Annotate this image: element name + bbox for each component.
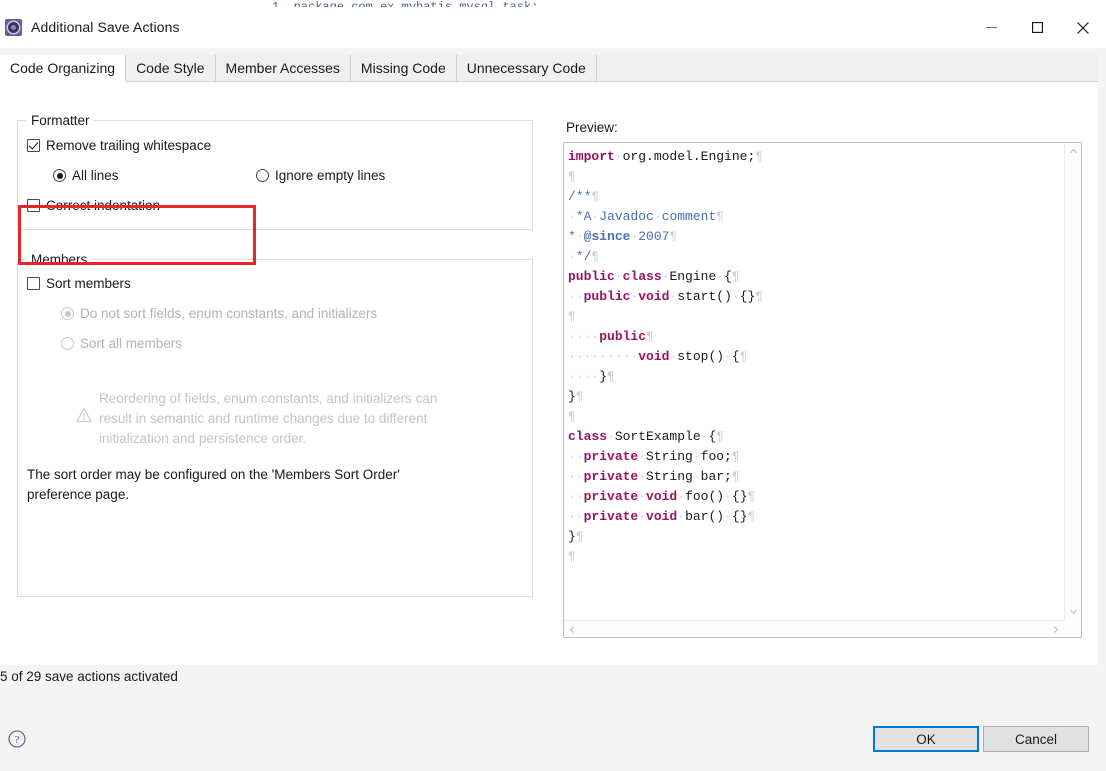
code-line: ¶ xyxy=(568,309,576,324)
code-line: ··public·void·start()·{}¶ xyxy=(568,289,764,304)
tab-label: Code Style xyxy=(136,60,205,76)
tab-panel-code-organizing: Formatter Remove trailing whitespace All… xyxy=(0,82,1098,665)
warning-icon xyxy=(76,407,92,423)
code-line: *·@since·2007¶ xyxy=(568,229,678,244)
scroll-right-icon[interactable] xyxy=(1047,621,1064,638)
scroll-left-icon[interactable] xyxy=(564,621,581,638)
status-text: 5 of 29 save actions activated xyxy=(0,669,178,684)
tab-unnecessary-code[interactable]: Unnecessary Code xyxy=(456,55,597,81)
code-line: ··private·String·bar;¶ xyxy=(568,469,740,484)
code-line: class·SortExample·{¶ xyxy=(568,429,725,444)
scroll-down-icon[interactable] xyxy=(1065,603,1082,620)
tab-label: Member Accesses xyxy=(225,60,340,76)
code-line: ··private·void·foo()·{}¶ xyxy=(568,489,756,504)
tab-code-style[interactable]: Code Style xyxy=(126,55,216,81)
help-icon[interactable]: ? xyxy=(8,730,26,748)
window-title: Additional Save Actions xyxy=(31,19,180,35)
scrollbar-corner xyxy=(1064,620,1081,637)
code-line: ·········void·stop()·{¶ xyxy=(568,349,748,364)
code-line: ··private·String·foo;¶ xyxy=(568,449,740,464)
formatter-group: Formatter Remove trailing whitespace All… xyxy=(17,113,533,230)
code-line: ·*A·Javadoc·comment¶ xyxy=(568,209,725,224)
dialog-buttons: OK Cancel xyxy=(873,726,1089,752)
preview-horizontal-scrollbar[interactable] xyxy=(564,620,1064,637)
dialog-content-panel: Code Organizing Code Style Member Access… xyxy=(0,55,1098,665)
do-not-sort-fields-radio[interactable]: Do not sort fields, enum constants, and … xyxy=(61,306,377,321)
preview-vertical-scrollbar[interactable] xyxy=(1064,143,1081,620)
tab-code-organizing[interactable]: Code Organizing xyxy=(0,55,127,82)
members-group: Members Sort members Do not sort fields,… xyxy=(17,252,533,597)
formatter-group-legend: Formatter xyxy=(27,113,94,128)
correct-indentation-label: Correct indentation xyxy=(46,198,161,213)
eclipse-icon xyxy=(5,18,22,36)
window-controls xyxy=(968,7,1106,48)
radio-button xyxy=(61,307,74,320)
tab-bar-filler xyxy=(596,55,1098,81)
code-line: /**¶ xyxy=(568,189,600,204)
radio-button xyxy=(256,169,269,182)
code-line: ¶ xyxy=(568,169,576,184)
code-line: ¶ xyxy=(568,549,576,564)
minimize-icon[interactable] xyxy=(968,7,1014,48)
sort-all-members-radio[interactable]: Sort all members xyxy=(61,336,182,351)
correct-indentation-checkbox[interactable]: Correct indentation xyxy=(27,198,160,213)
maximize-icon[interactable] xyxy=(1014,7,1060,48)
tab-member-accesses[interactable]: Member Accesses xyxy=(215,55,351,81)
sort-members-warning: Reordering of fields, enum constants, an… xyxy=(76,389,526,449)
remove-trailing-whitespace-checkbox[interactable]: Remove trailing whitespace xyxy=(27,138,211,153)
code-line: ¶ xyxy=(568,409,576,424)
preview-code: import·org.model.Engine;¶ ¶ /**¶ ·*A·Javado… xyxy=(564,143,1064,620)
additional-save-actions-dialog: Additional Save Actions Code Organizing … xyxy=(0,7,1106,771)
preview-box: import·org.model.Engine;¶ ¶ /**¶ ·*A·Javado… xyxy=(563,142,1082,638)
checkbox-box xyxy=(27,277,40,290)
radio-button xyxy=(53,169,66,182)
remove-trailing-whitespace-label: Remove trailing whitespace xyxy=(46,138,212,153)
members-sort-order-note: The sort order may be configured on the … xyxy=(27,467,400,502)
code-line: ·*/¶ xyxy=(568,249,600,264)
svg-text:?: ? xyxy=(15,734,20,746)
sort-all-members-label: Sort all members xyxy=(80,336,183,351)
code-line: }¶ xyxy=(568,389,584,404)
tab-label: Code Organizing xyxy=(10,60,116,76)
code-line: }¶ xyxy=(568,529,584,544)
close-icon[interactable] xyxy=(1060,7,1106,48)
all-lines-label: All lines xyxy=(72,168,119,183)
code-line: ····public¶ xyxy=(568,329,654,344)
checkbox-box xyxy=(27,139,40,152)
ignore-empty-lines-label: Ignore empty lines xyxy=(275,168,386,183)
code-line: ··private·void·bar()·{}¶ xyxy=(568,509,756,524)
tab-missing-code[interactable]: Missing Code xyxy=(350,55,457,81)
sort-members-warning-text: Reordering of fields, enum constants, an… xyxy=(99,391,438,446)
all-lines-radio[interactable]: All lines xyxy=(53,168,119,183)
ignore-empty-lines-radio[interactable]: Ignore empty lines xyxy=(256,168,385,183)
tab-bar: Code Organizing Code Style Member Access… xyxy=(0,55,1098,82)
cancel-button[interactable]: Cancel xyxy=(983,726,1089,752)
sort-members-checkbox[interactable]: Sort members xyxy=(27,276,131,291)
ok-button[interactable]: OK xyxy=(873,726,979,752)
radio-button xyxy=(61,337,74,350)
sort-members-label: Sort members xyxy=(46,276,131,291)
tab-label: Missing Code xyxy=(360,60,446,76)
code-line: ····}¶ xyxy=(568,369,615,384)
checkbox-box xyxy=(27,199,40,212)
do-not-sort-fields-label: Do not sort fields, enum constants, and … xyxy=(80,306,378,321)
code-line: public·class·Engine·{¶ xyxy=(568,269,740,284)
title-bar: Additional Save Actions xyxy=(0,7,1106,48)
code-line: import·org.model.Engine;¶ xyxy=(568,149,764,164)
tab-label: Unnecessary Code xyxy=(466,60,586,76)
scroll-up-icon[interactable] xyxy=(1065,143,1082,160)
members-group-legend: Members xyxy=(27,252,92,267)
preview-label: Preview: xyxy=(566,120,618,135)
